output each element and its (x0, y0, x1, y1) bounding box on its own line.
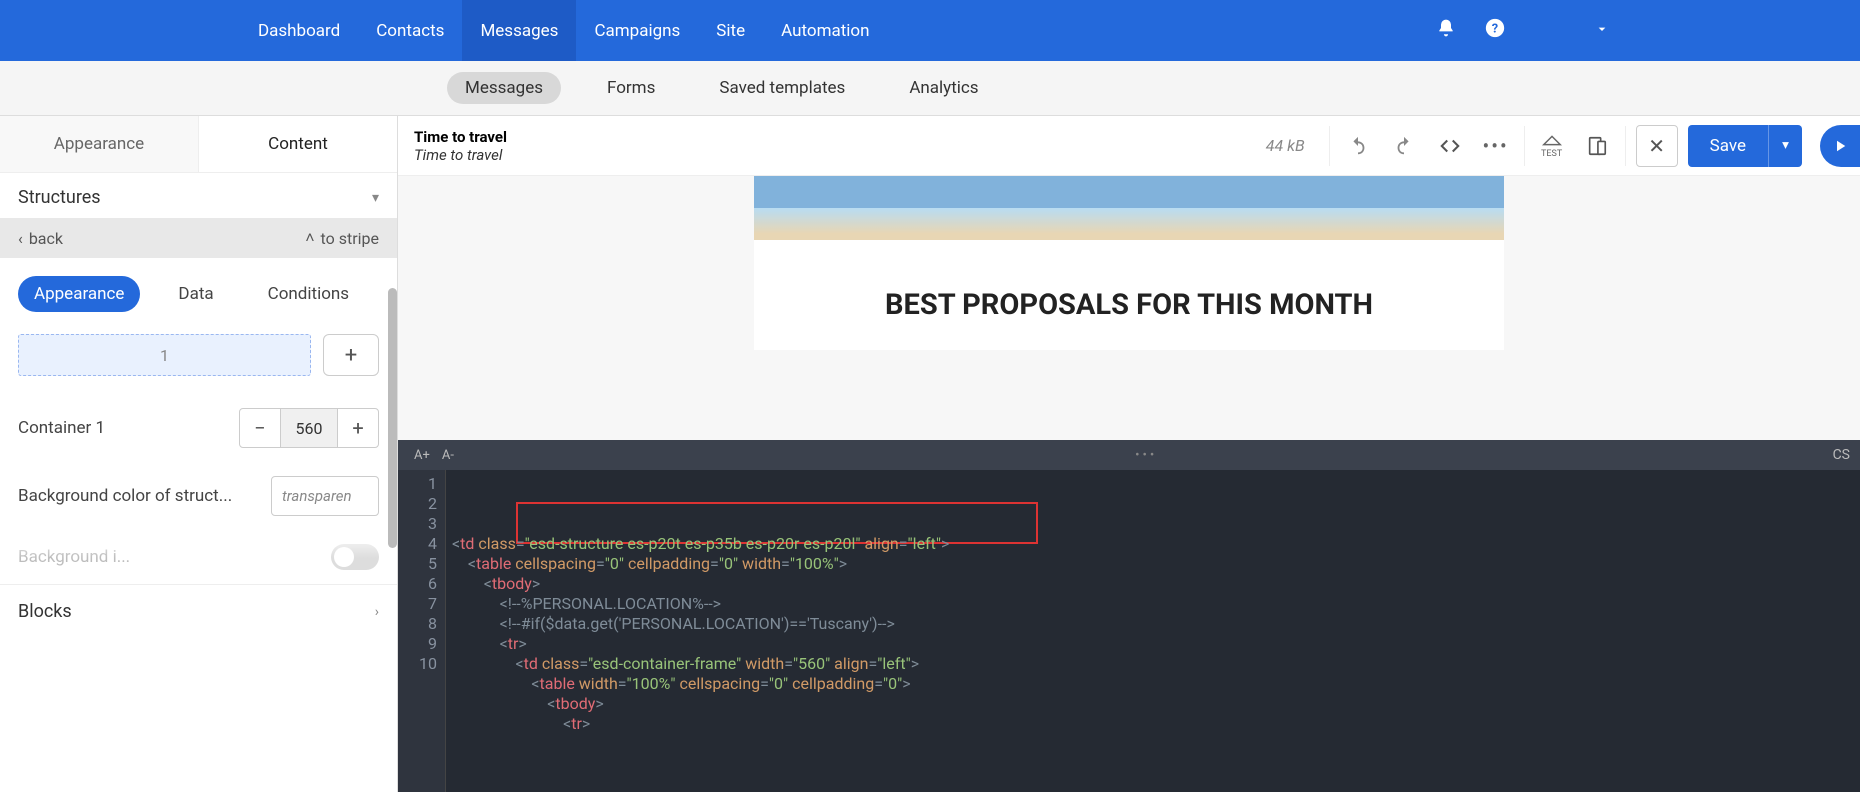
editor-toolbar: Time to travel Time to travel 44 kB ••• … (398, 116, 1860, 176)
close-button[interactable]: ✕ (1636, 125, 1678, 167)
back-button[interactable]: ‹ back (18, 229, 63, 248)
structures-label: Structures (18, 187, 101, 208)
tab-content[interactable]: Content (199, 116, 397, 172)
to-stripe-label: to stripe (321, 229, 379, 248)
drag-handle-icon[interactable]: ••• (460, 448, 1833, 463)
device-preview-button[interactable] (1579, 135, 1615, 157)
subnav-forms[interactable]: Forms (589, 72, 673, 104)
chevron-right-icon: › (375, 604, 379, 620)
undo-button[interactable] (1340, 135, 1376, 157)
test-label: TEST (1541, 149, 1562, 159)
top-nav: Dashboard Contacts Messages Campaigns Si… (0, 0, 1860, 61)
nav-site[interactable]: Site (698, 0, 763, 61)
css-tab[interactable]: CS (1833, 447, 1850, 463)
bg-image-toggle[interactable] (331, 544, 379, 570)
hero-image (754, 176, 1504, 240)
nav-contacts[interactable]: Contacts (358, 0, 462, 61)
sidebar-scrollbar[interactable] (388, 288, 397, 548)
nav-campaigns[interactable]: Campaigns (576, 0, 698, 61)
bg-image-label: Background i... (18, 547, 130, 567)
test-button[interactable]: TEST (1535, 133, 1569, 159)
svg-text:?: ? (1492, 21, 1498, 36)
add-container-button[interactable]: + (323, 334, 379, 376)
file-size: 44 kB (1266, 136, 1305, 155)
sub-nav: Messages Forms Saved templates Analytics (0, 61, 1860, 115)
chevron-down-icon: ▾ (1782, 138, 1789, 153)
close-icon: ✕ (1648, 134, 1665, 158)
message-subtitle: Time to travel (414, 146, 507, 164)
structures-panel-header[interactable]: Structures ▾ (0, 173, 397, 218)
nav-dashboard[interactable]: Dashboard (240, 0, 358, 61)
plus-icon: + (345, 343, 357, 368)
subnav-messages[interactable]: Messages (447, 72, 561, 104)
zoom-in-button[interactable]: A+ (408, 448, 436, 463)
code-toolbar: A+ A- ••• CS (398, 440, 1860, 470)
chevron-down-icon: ▾ (372, 190, 379, 206)
to-stripe-button[interactable]: ˄ to stripe (305, 228, 379, 248)
container-width-input[interactable] (281, 408, 337, 448)
chevron-up-icon: ˄ (305, 228, 314, 248)
code-content[interactable]: <td class="esd-structure es-p20t es-p35b… (446, 470, 1860, 792)
blocks-label: Blocks (18, 601, 72, 622)
save-button[interactable]: Save (1688, 125, 1768, 167)
zoom-out-button[interactable]: A- (436, 448, 460, 463)
bg-color-label: Background color of struct... (18, 486, 232, 506)
pill-appearance[interactable]: Appearance (18, 276, 140, 312)
subnav-saved-templates[interactable]: Saved templates (701, 72, 863, 104)
help-icon[interactable]: ? (1484, 17, 1506, 45)
blocks-panel-header[interactable]: Blocks › (0, 584, 397, 638)
subnav-analytics[interactable]: Analytics (891, 72, 996, 104)
pill-data[interactable]: Data (162, 276, 229, 312)
more-menu-button[interactable]: ••• (1478, 134, 1514, 158)
nav-automation[interactable]: Automation (763, 0, 887, 61)
code-editor: A+ A- ••• CS 12345678910 <td class="esd-… (398, 440, 1860, 792)
container-label: Container 1 (18, 418, 105, 438)
account-caret-icon[interactable] (1594, 21, 1610, 41)
message-title: Time to travel (414, 128, 507, 146)
save-dropdown-button[interactable]: ▾ (1768, 125, 1802, 167)
tab-appearance[interactable]: Appearance (0, 116, 199, 172)
nav-messages[interactable]: Messages (462, 0, 576, 61)
email-headline: BEST PROPOSALS FOR THIS MONTH (754, 240, 1504, 350)
back-label: back (29, 229, 63, 248)
increment-button[interactable]: + (337, 408, 379, 448)
play-button[interactable] (1820, 125, 1860, 167)
pill-conditions[interactable]: Conditions (252, 276, 365, 312)
code-view-button[interactable] (1432, 135, 1468, 157)
redo-button[interactable] (1386, 135, 1422, 157)
bell-icon[interactable] (1436, 18, 1456, 44)
chevron-left-icon: ‹ (18, 229, 23, 248)
line-number-gutter: 12345678910 (398, 470, 446, 792)
bg-color-input[interactable] (271, 476, 379, 516)
container-width-stepper[interactable]: − + (239, 408, 379, 448)
dots-icon: ••• (1483, 134, 1509, 158)
sidebar: Appearance Content Structures ▾ ‹ back ˄… (0, 116, 398, 792)
decrement-button[interactable]: − (239, 408, 281, 448)
container-slot[interactable]: 1 (18, 334, 311, 376)
